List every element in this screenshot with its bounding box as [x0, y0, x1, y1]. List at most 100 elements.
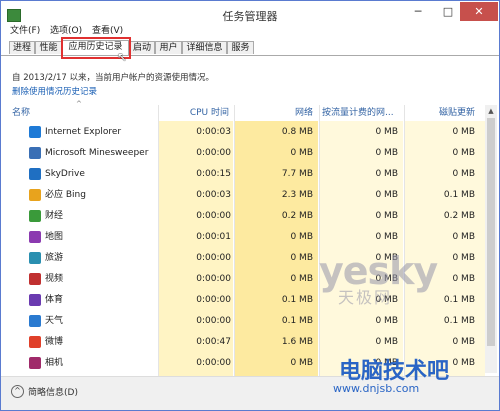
cpu-time-cell: 0:00:15 — [196, 169, 231, 179]
column-header-tile[interactable]: 磁贴更新 — [407, 105, 475, 121]
tab-details[interactable]: 详细信息 — [182, 41, 227, 54]
app-name-cell: 天气 — [45, 316, 64, 326]
network-cell: 0 MB — [290, 148, 313, 158]
network-cell: 2.3 MB — [281, 190, 313, 200]
app-name-cell: 微博 — [45, 337, 64, 347]
scroll-up-icon[interactable]: ▲ — [485, 105, 497, 117]
cpu-time-cell: 0:00:00 — [196, 358, 231, 368]
maps-icon — [29, 231, 41, 243]
fewer-details-button[interactable]: 简略信息(D) — [28, 385, 78, 398]
metered-network-cell: 0 MB — [375, 211, 398, 221]
finance-icon — [29, 210, 41, 222]
cpu-time-cell: 0:00:00 — [196, 274, 231, 284]
travel-icon — [29, 252, 41, 264]
column-header-metered[interactable]: 按流量计费的网... — [322, 105, 403, 121]
minesweeper-icon — [29, 147, 41, 159]
metered-network-cell: 0 MB — [375, 232, 398, 242]
tile-update-cell: 0 MB — [452, 337, 475, 347]
cpu-time-cell: 0:00:00 — [196, 148, 231, 158]
cpu-time-cell: 0:00:00 — [196, 211, 231, 221]
usage-info-text: 自 2013/2/17 以来，当前用户帐户的资源使用情况。 — [12, 73, 214, 83]
network-cell: 0 MB — [290, 358, 313, 368]
network-cell: 0 MB — [290, 274, 313, 284]
close-button[interactable]: ✕ — [460, 2, 498, 21]
network-cell: 0 MB — [290, 232, 313, 242]
cpu-time-cell: 0:00:01 — [196, 232, 231, 242]
network-cell: 0.1 MB — [281, 295, 313, 305]
cpu-time-cell: 0:00:00 — [196, 295, 231, 305]
scrollbar-thumb[interactable] — [487, 118, 495, 346]
cpu-time-cell: 0:00:00 — [196, 253, 231, 263]
tile-update-cell: 0.1 MB — [443, 190, 475, 200]
cpu-time-cell: 0:00:03 — [196, 190, 231, 200]
bing-icon — [29, 189, 41, 201]
menu-options[interactable]: 选项(O) — [47, 24, 85, 38]
network-cell: 0 MB — [290, 253, 313, 263]
metered-network-cell: 0 MB — [375, 190, 398, 200]
collapse-chevron-icon[interactable]: ^ — [11, 385, 24, 398]
table-row[interactable]: 天气 0:00:00 0.1 MB 0 MB 0.1 MB — [1, 311, 485, 332]
network-cell: 0.8 MB — [281, 127, 313, 137]
tab-performance[interactable]: 性能 — [35, 41, 62, 54]
task-manager-window: 任务管理器 ─ □ ✕ 文件(F) 选项(O) 查看(V) 进程 性能 应用历史… — [0, 0, 500, 411]
menu-view[interactable]: 查看(V) — [89, 24, 126, 38]
table-row[interactable]: Microsoft Minesweeper 0:00:00 0 MB 0 MB 0 MB — [1, 143, 485, 164]
table-row[interactable]: SkyDrive 0:00:15 7.7 MB 0 MB 0 MB — [1, 164, 485, 185]
column-header-cpu[interactable]: CPU 时间 — [161, 105, 229, 121]
tile-update-cell: 0 MB — [452, 169, 475, 179]
metered-network-cell: 0 MB — [375, 169, 398, 179]
app-name-cell: 视频 — [45, 274, 64, 284]
app-name-cell: Internet Explorer — [45, 127, 122, 137]
metered-network-cell: 0 MB — [375, 127, 398, 137]
skydrive-icon — [29, 168, 41, 180]
weather-icon — [29, 315, 41, 327]
network-cell: 7.7 MB — [281, 169, 313, 179]
column-header-network[interactable]: 网络 — [237, 105, 313, 121]
app-name-cell: 体育 — [45, 295, 64, 305]
app-name-cell: 旅游 — [45, 253, 64, 263]
table-row[interactable]: 财经 0:00:00 0.2 MB 0 MB 0.2 MB — [1, 206, 485, 227]
app-name-cell: SkyDrive — [45, 169, 85, 179]
app-name-cell: 财经 — [45, 211, 64, 221]
table-row[interactable]: 地图 0:00:01 0 MB 0 MB 0 MB — [1, 227, 485, 248]
tab-users[interactable]: 用户 — [155, 41, 182, 54]
tile-update-cell: 0 MB — [452, 232, 475, 242]
metered-network-cell: 0 MB — [375, 148, 398, 158]
metered-network-cell: 0 MB — [375, 337, 398, 347]
table-row[interactable]: Internet Explorer 0:00:03 0.8 MB 0 MB 0 MB — [1, 122, 485, 143]
app-name-cell: 必应 Bing — [45, 190, 86, 200]
cpu-time-cell: 0:00:00 — [196, 316, 231, 326]
tab-processes[interactable]: 进程 — [9, 41, 35, 54]
network-cell: 0.2 MB — [281, 211, 313, 221]
maximize-button[interactable]: □ — [433, 2, 463, 21]
camera-icon — [29, 357, 41, 369]
tab-startup[interactable]: 启动 — [129, 41, 155, 54]
sort-up-icon: ^ — [76, 100, 82, 108]
internet-explorer-icon — [29, 126, 41, 138]
minimize-button[interactable]: ─ — [403, 2, 433, 21]
site-watermark-url: www.dnjsb.com — [333, 382, 420, 395]
tab-services[interactable]: 服务 — [227, 41, 254, 54]
column-header-name[interactable]: 名称 — [12, 105, 152, 121]
table-row[interactable]: 必应 Bing 0:00:03 2.3 MB 0 MB 0.1 MB — [1, 185, 485, 206]
menu-file[interactable]: 文件(F) — [7, 24, 43, 38]
delete-history-link[interactable]: 删除使用情况历史记录 — [12, 85, 97, 97]
video-icon — [29, 273, 41, 285]
vertical-scrollbar[interactable]: ▲ — [485, 105, 497, 373]
tile-update-cell: 0.1 MB — [443, 316, 475, 326]
mouse-cursor-icon: ↖ — [117, 50, 128, 64]
tab-strip: 进程 性能 应用历史记录 启动 用户 详细信息 服务 — [1, 40, 499, 56]
app-name-cell: 相机 — [45, 358, 64, 368]
tile-update-cell: 0.2 MB — [443, 211, 475, 221]
network-cell: 1.6 MB — [281, 337, 313, 347]
yesky-watermark-sub: 天极网 — [338, 288, 393, 307]
site-watermark: 电脑技术吧 — [339, 359, 450, 384]
table-row[interactable]: 微博 0:00:47 1.6 MB 0 MB 0 MB — [1, 332, 485, 353]
app-name-cell: 地图 — [45, 232, 64, 242]
sports-icon — [29, 294, 41, 306]
network-cell: 0.1 MB — [281, 316, 313, 326]
cpu-time-cell: 0:00:03 — [196, 127, 231, 137]
table-row[interactable]: 体育 0:00:00 0.1 MB 0 MB 0.1 MB — [1, 290, 485, 311]
cpu-time-cell: 0:00:47 — [196, 337, 231, 347]
menu-bar: 文件(F) 选项(O) 查看(V) — [1, 24, 499, 38]
